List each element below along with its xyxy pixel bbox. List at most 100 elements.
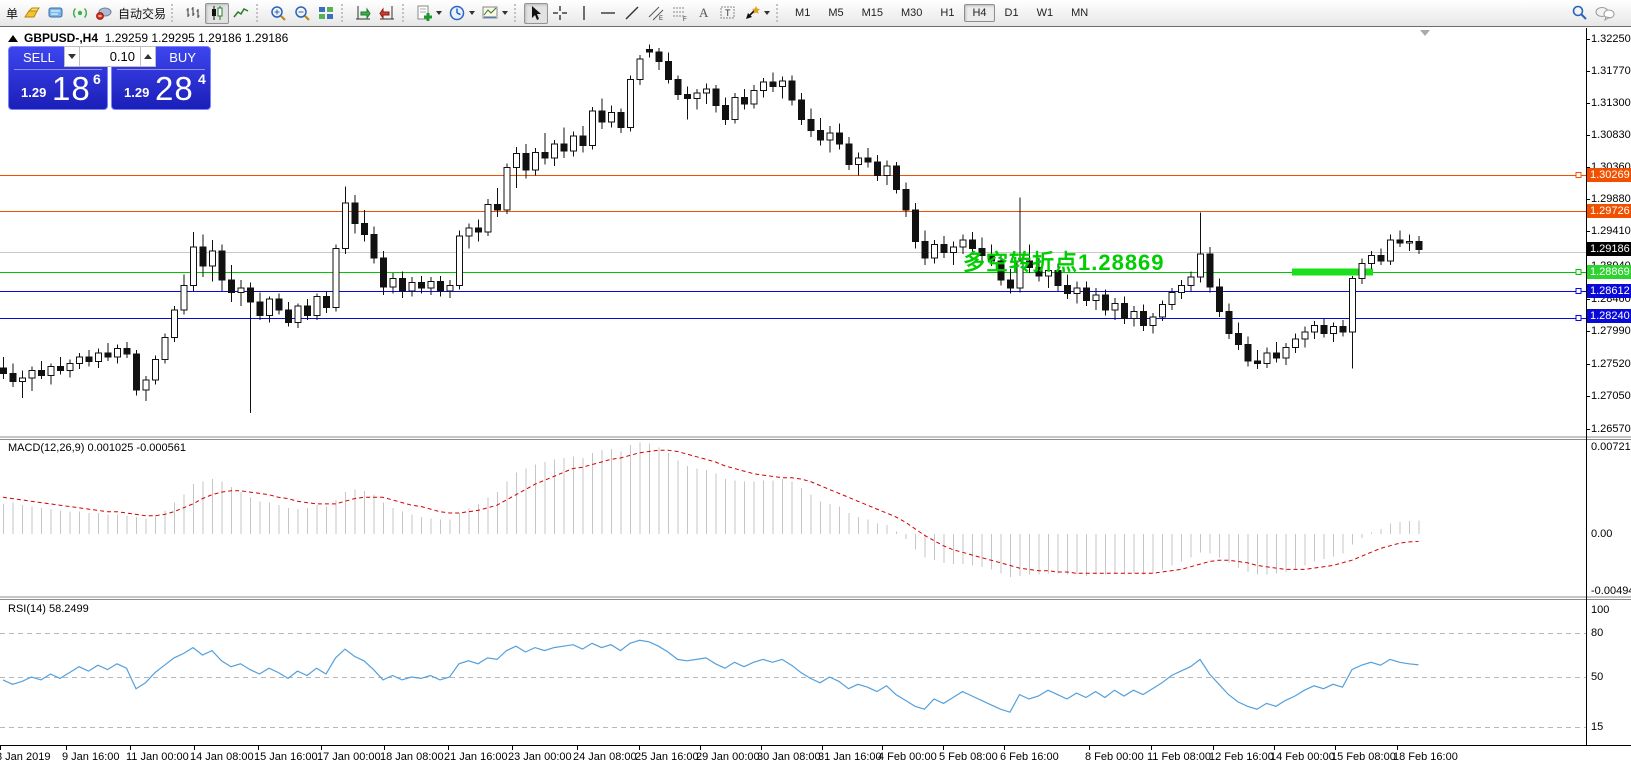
buy-price-big: 28 [155,70,194,108]
timeframe-H4[interactable]: H4 [964,4,994,22]
candle-body [1103,295,1109,310]
timeframe-M30[interactable]: M30 [893,4,930,22]
line-chart-icon[interactable] [229,3,253,24]
svg-text:F: F [683,17,687,22]
candle-body [970,240,976,248]
volume-input[interactable] [80,46,140,67]
timeframe-H1[interactable]: H1 [932,4,962,22]
vertical-line-icon[interactable] [572,3,596,24]
chart-plot[interactable] [0,0,1631,773]
new-order-label[interactable]: 单 [4,5,20,22]
candle-body [770,82,776,86]
macd-signal-line [3,450,1419,573]
candle-body [172,310,178,337]
candle-body [846,144,852,165]
candle-body [533,152,539,170]
candle-body [143,380,149,390]
dropdown-caret[interactable] [764,11,770,15]
fibonacci-icon[interactable]: F [668,3,692,24]
toolbar-grip [256,4,261,22]
zoom-in-icon[interactable] [266,3,290,24]
candle-body [485,204,491,231]
search-icon[interactable] [1567,3,1591,24]
candle-body [1046,270,1052,275]
trendline-icon[interactable] [620,3,644,24]
dropdown-caret[interactable] [469,11,475,15]
timeframe-M5[interactable]: M5 [820,4,851,22]
zoom-out-icon[interactable] [290,3,314,24]
signal-icon[interactable] [68,3,92,24]
templates-icon[interactable] [478,3,511,24]
candle-body [1378,255,1384,260]
candle-body [1074,288,1080,293]
candle-body [761,82,767,90]
candle-body [39,371,45,376]
candle-body [476,228,482,232]
candle-body [67,364,73,371]
candle-body [1198,254,1204,277]
comments-icon[interactable] [1591,3,1619,24]
cursor-icon[interactable] [524,3,548,24]
bar-chart-icon[interactable] [181,3,205,24]
candle-body [1027,261,1033,268]
candle-body [951,247,957,252]
text-label-icon[interactable]: T [716,3,740,24]
candle-body [590,111,596,145]
candle-body [628,79,634,127]
candle-body [998,261,1004,280]
candle-body [960,240,966,247]
rsi-line [3,640,1419,712]
candle-body [314,296,320,315]
volume-decrease-button[interactable] [64,46,80,67]
one-click-trading-panel: SELL 1.29 18 6 BUY 1.29 28 4 [8,46,211,110]
candle-body [1397,240,1403,243]
candle-body [20,378,26,381]
chart-shift-icon[interactable] [375,3,399,24]
candle-body [894,166,900,189]
candlestick-chart-icon[interactable] [205,3,229,24]
candle-body [1388,240,1394,261]
timeframe-MN[interactable]: MN [1063,4,1096,22]
equidistant-channel-icon[interactable]: E [644,3,668,24]
text-icon[interactable]: A [692,3,716,24]
add-indicator-icon[interactable] [412,3,445,24]
dropdown-caret[interactable] [502,11,508,15]
sell-price-pip: 6 [93,71,101,87]
candle-body [153,360,159,381]
candle-body [29,371,35,379]
candle-body [324,296,330,307]
dropdown-caret[interactable] [436,11,442,15]
volume-increase-button[interactable] [140,46,156,67]
candle-body [903,189,909,210]
candle-body [1340,327,1346,332]
candle-body [58,366,64,370]
timeframe-M15[interactable]: M15 [854,4,891,22]
buy-label: BUY [169,50,196,65]
horizontal-line-icon[interactable] [596,3,620,24]
candle-body [124,349,130,354]
candle-body [466,228,472,236]
tile-windows-icon[interactable] [314,3,338,24]
periods-icon[interactable] [445,3,478,24]
autotrade-icon[interactable] [92,3,116,24]
up-arrow-icon [144,54,152,59]
collapse-panel-icon[interactable] [8,35,18,42]
candle-body [1255,361,1261,364]
candle-body [884,166,890,176]
autotrade-label[interactable]: 自动交易 [116,5,168,22]
arrows-icon[interactable] [740,3,773,24]
timeframe-W1[interactable]: W1 [1029,4,1062,22]
toolbar-grip [776,4,781,22]
timeframe-D1[interactable]: D1 [997,4,1027,22]
timeframe-M1[interactable]: M1 [787,4,818,22]
candle-body [457,236,463,285]
crosshair-icon[interactable] [548,3,572,24]
candle-body [1245,345,1251,361]
gold-ingot-icon[interactable] [20,3,44,24]
auto-scroll-icon[interactable] [351,3,375,24]
messages-icon[interactable] [44,3,68,24]
candle-body [932,244,938,258]
candle-body [1274,353,1280,358]
line-anchor-marker [1576,316,1581,321]
toolbar-grip [171,4,176,22]
